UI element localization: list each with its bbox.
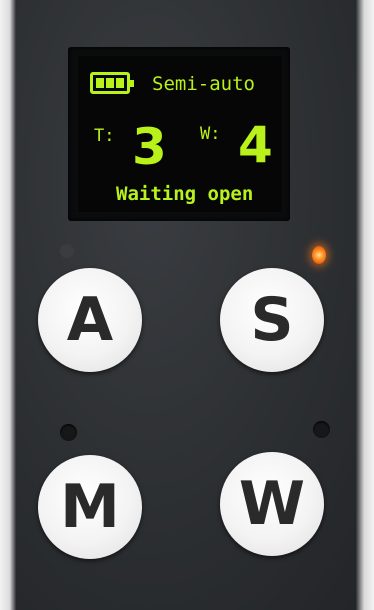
battery-full-icon (90, 72, 134, 94)
oled-display: Semi-auto T: 3 W: 4 Waiting open (78, 56, 282, 212)
m-button[interactable]: M (38, 455, 142, 559)
w-button[interactable]: W (220, 452, 324, 556)
led-indicator-s (312, 246, 326, 264)
w-label: W: (200, 124, 221, 144)
s-button[interactable]: S (220, 268, 324, 372)
m-button-label: M (60, 472, 120, 542)
remote-control-panel: Semi-auto T: 3 W: 4 Waiting open A S M W (0, 0, 374, 610)
led-indicator-a (60, 244, 74, 258)
s-button-label: S (250, 285, 294, 355)
background-edge-right (356, 0, 374, 610)
w-value: 4 (238, 116, 273, 174)
a-button-label: A (66, 285, 114, 355)
background-edge-left (0, 0, 16, 610)
status-text: Waiting open (116, 183, 254, 205)
w-button-label: W (238, 469, 306, 539)
led-indicator-m (60, 424, 77, 441)
a-button[interactable]: A (38, 268, 142, 372)
mode-label: Semi-auto (152, 73, 255, 95)
t-value: 3 (132, 118, 167, 176)
led-indicator-w (313, 421, 330, 438)
t-label: T: (94, 126, 115, 146)
